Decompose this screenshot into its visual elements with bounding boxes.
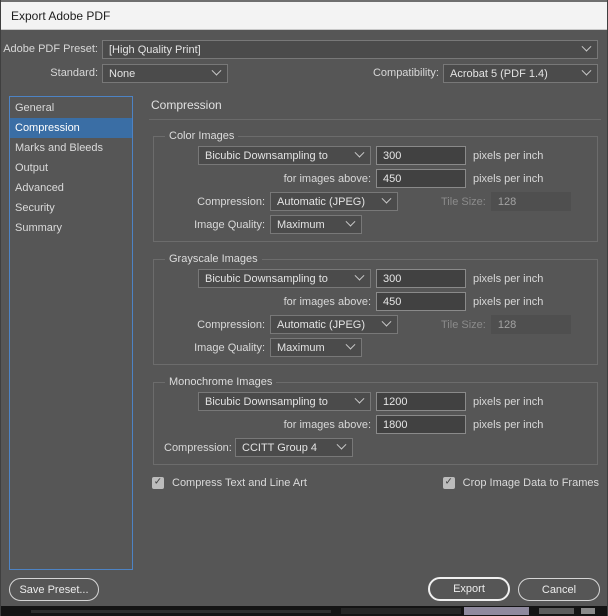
standard-select[interactable]: None xyxy=(102,64,228,83)
chevron-down-icon xyxy=(355,394,365,404)
crop-image-data-checkbox[interactable]: ✓ Crop Image Data to Frames xyxy=(443,477,599,489)
unit-label: pixels per inch xyxy=(473,296,543,308)
unit-label: pixels per inch xyxy=(473,150,543,162)
image-quality-label: Image Quality: xyxy=(164,342,265,354)
checkbox-checked-icon: ✓ xyxy=(152,477,164,489)
sidebar-item-compression[interactable]: Compression xyxy=(10,118,132,138)
chevron-down-icon xyxy=(582,42,592,52)
color-image-quality-select[interactable]: Maximum xyxy=(270,215,362,234)
options-row: ✓ Compress Text and Line Art ✓ Crop Imag… xyxy=(152,477,599,489)
panel-divider xyxy=(149,119,601,120)
grayscale-resolution-input[interactable] xyxy=(376,269,466,288)
crop-image-data-label: Crop Image Data to Frames xyxy=(463,477,599,489)
sidebar-item-security[interactable]: Security xyxy=(10,198,132,218)
color-images-above-input[interactable] xyxy=(376,169,466,188)
chevron-down-icon xyxy=(337,440,347,450)
grayscale-images-above-input[interactable] xyxy=(376,292,466,311)
compression-label: Compression: xyxy=(164,442,230,454)
export-adobe-pdf-dialog: Export Adobe PDF Adobe PDF Preset: [High… xyxy=(0,0,608,616)
monochrome-compression-select[interactable]: CCITT Group 4 xyxy=(235,438,353,457)
color-compression-select[interactable]: Automatic (JPEG) xyxy=(270,192,398,211)
compress-text-label: Compress Text and Line Art xyxy=(172,477,307,489)
compress-text-checkbox[interactable]: ✓ Compress Text and Line Art xyxy=(152,477,307,489)
sidebar: General Compression Marks and Bleeds Out… xyxy=(9,96,133,570)
section-monochrome-images: Monochrome Images Bicubic Downsampling t… xyxy=(153,376,598,465)
grayscale-downsampling-select[interactable]: Bicubic Downsampling to xyxy=(198,269,371,288)
compression-panel: Compression Color Images Bicubic Downsam… xyxy=(149,98,601,489)
panel-title: Compression xyxy=(151,98,601,112)
pdf-preset-value: [High Quality Print] xyxy=(109,44,201,56)
images-above-label: for images above: xyxy=(164,419,371,431)
chevron-down-icon xyxy=(382,317,392,327)
color-downsampling-select[interactable]: Bicubic Downsampling to xyxy=(198,146,371,165)
sidebar-item-advanced[interactable]: Advanced xyxy=(10,178,132,198)
unit-label: pixels per inch xyxy=(473,273,543,285)
standard-value: None xyxy=(109,68,135,80)
compression-label: Compression: xyxy=(164,319,265,331)
monochrome-images-above-input[interactable] xyxy=(376,415,466,434)
sidebar-item-output[interactable]: Output xyxy=(10,158,132,178)
monochrome-downsampling-select[interactable]: Bicubic Downsampling to xyxy=(198,392,371,411)
chevron-down-icon xyxy=(382,194,392,204)
checkbox-checked-icon: ✓ xyxy=(443,477,455,489)
grayscale-image-quality-select[interactable]: Maximum xyxy=(270,338,362,357)
sidebar-item-marks-and-bleeds[interactable]: Marks and Bleeds xyxy=(10,138,132,158)
compression-label: Compression: xyxy=(164,196,265,208)
unit-label: pixels per inch xyxy=(473,419,543,431)
section-title: Color Images xyxy=(165,130,238,142)
section-color-images: Color Images Bicubic Downsampling to pix… xyxy=(153,130,598,242)
tile-size-value: 128 xyxy=(491,315,571,334)
tile-size-value: 128 xyxy=(491,192,571,211)
cancel-button[interactable]: Cancel xyxy=(518,578,600,601)
grayscale-compression-select[interactable]: Automatic (JPEG) xyxy=(270,315,398,334)
sidebar-item-general[interactable]: General xyxy=(10,98,132,118)
section-title: Monochrome Images xyxy=(165,376,276,388)
chevron-down-icon xyxy=(355,271,365,281)
dialog-title: Export Adobe PDF xyxy=(11,9,110,23)
section-title: Grayscale Images xyxy=(165,253,262,265)
unit-label: pixels per inch xyxy=(473,173,543,185)
save-preset-button[interactable]: Save Preset... xyxy=(9,578,99,601)
compatibility-value: Acrobat 5 (PDF 1.4) xyxy=(450,68,548,80)
images-above-label: for images above: xyxy=(164,296,371,308)
preset-label: Adobe PDF Preset: xyxy=(1,43,98,55)
export-button[interactable]: Export xyxy=(428,577,510,601)
sidebar-item-summary[interactable]: Summary xyxy=(10,218,132,238)
tile-size-label: Tile Size: xyxy=(441,196,486,208)
images-above-label: for images above: xyxy=(164,173,371,185)
standard-label: Standard: xyxy=(1,67,98,79)
compatibility-select[interactable]: Acrobat 5 (PDF 1.4) xyxy=(443,64,598,83)
tile-size-label: Tile Size: xyxy=(441,319,486,331)
compatibility-label: Compatibility: xyxy=(353,67,439,79)
pdf-preset-select[interactable]: [High Quality Print] xyxy=(102,40,598,59)
chevron-down-icon xyxy=(212,66,222,76)
chevron-down-icon xyxy=(582,66,592,76)
chevron-down-icon xyxy=(355,148,365,158)
chevron-down-icon xyxy=(346,217,356,227)
monochrome-resolution-input[interactable] xyxy=(376,392,466,411)
image-quality-label: Image Quality: xyxy=(164,219,265,231)
window-titlebar[interactable]: Export Adobe PDF xyxy=(1,0,607,30)
chevron-down-icon xyxy=(346,340,356,350)
background-strip xyxy=(1,606,607,616)
color-resolution-input[interactable] xyxy=(376,146,466,165)
section-grayscale-images: Grayscale Images Bicubic Downsampling to… xyxy=(153,253,598,365)
unit-label: pixels per inch xyxy=(473,396,543,408)
